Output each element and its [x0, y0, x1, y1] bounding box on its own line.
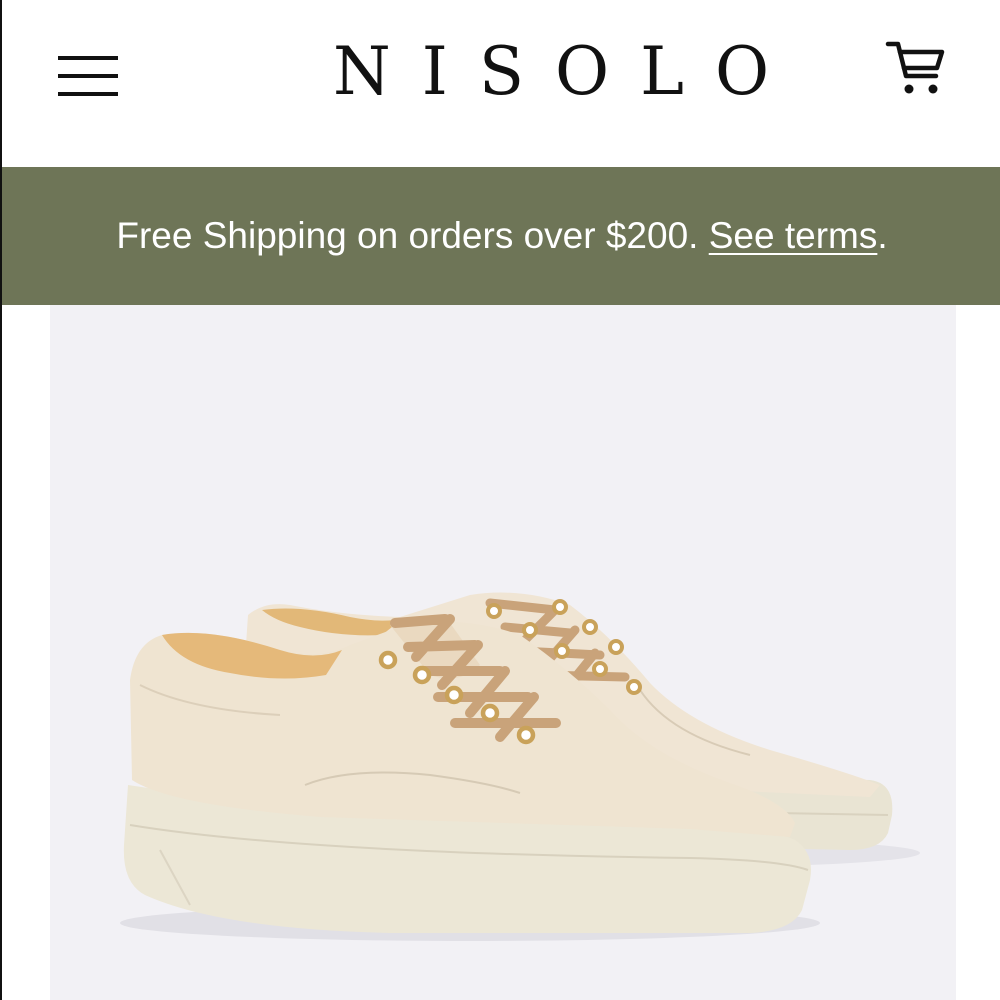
page: NISOLO Free Shipping on orders over $200… — [0, 0, 1000, 1000]
promo-banner: Free Shipping on orders over $200. See t… — [2, 167, 1000, 305]
see-terms-link[interactable]: See terms — [709, 215, 878, 256]
hamburger-menu-icon — [58, 56, 118, 96]
promo-text: Free Shipping on orders over $200. — [116, 215, 709, 256]
cart-button[interactable] — [884, 38, 948, 100]
sneakers-illustration — [120, 592, 920, 941]
site-header: NISOLO — [2, 0, 1000, 167]
brand-logo[interactable]: NISOLO — [302, 34, 769, 110]
shopping-cart-icon — [885, 41, 945, 94]
menu-button[interactable] — [54, 50, 122, 102]
product-image[interactable] — [50, 305, 956, 1000]
promo-trailing-text: . — [877, 215, 888, 256]
